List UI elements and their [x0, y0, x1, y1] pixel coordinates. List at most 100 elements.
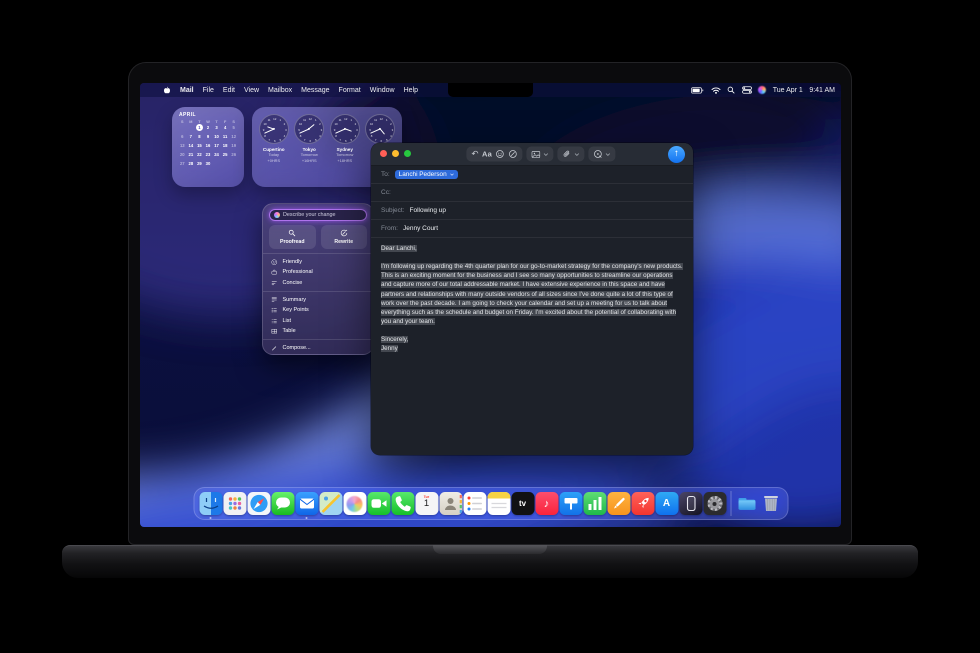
format-list[interactable]: List — [263, 315, 373, 326]
dock-safari-icon[interactable] — [247, 492, 270, 515]
format-table-label: Table — [282, 328, 296, 335]
control-center-icon[interactable] — [741, 86, 752, 94]
wifi-icon[interactable] — [711, 86, 721, 94]
format-list-label: List — [282, 317, 292, 324]
proofread-magnifier-icon — [289, 230, 296, 237]
tone-concise[interactable]: Concise — [263, 278, 373, 289]
calendar-day: 29 — [197, 160, 202, 166]
menu-item-help[interactable]: Help — [404, 87, 418, 94]
dock-apple-tv-icon[interactable]: tv — [511, 492, 534, 515]
menu-item-format[interactable]: Format — [339, 87, 361, 94]
dock-folder-icon[interactable] — [735, 492, 758, 515]
dock-rocket-icon[interactable] — [631, 492, 654, 515]
calendar-month-label: APRIL — [179, 112, 196, 118]
menu-item-window[interactable]: Window — [370, 87, 395, 94]
dock-iphone-mirroring-icon[interactable] — [679, 492, 702, 515]
clock-city-label: Cupertino — [262, 146, 285, 152]
message-body[interactable]: Dear Lanchi, I'm following up regarding … — [371, 238, 693, 359]
format-key-points[interactable]: Key Points — [263, 305, 373, 316]
menu-item-message[interactable]: Message — [301, 87, 329, 94]
dock-numbers-icon[interactable] — [583, 492, 606, 515]
insert-photo-menu[interactable] — [526, 146, 554, 162]
format-table[interactable]: Table — [263, 326, 373, 337]
describe-change-input[interactable]: Describe your change — [269, 209, 367, 221]
compose-item[interactable]: Compose... — [263, 343, 373, 354]
menu-item-mail[interactable]: Mail — [180, 87, 194, 94]
compose-tools-group: ↶ Aa — [466, 146, 523, 162]
calendar-day: 22 — [197, 151, 202, 157]
dock-maps-icon[interactable] — [319, 492, 342, 515]
calendar-widget[interactable]: APRIL SMTWTFS 1 2 3 4 5 6 7 8 9 10 11 12 13 14 15 16 17 1… — [172, 107, 244, 187]
app-store-a-icon: A — [662, 498, 671, 509]
dock-messages-icon[interactable] — [271, 492, 294, 515]
dock-app-store-icon[interactable]: A — [655, 492, 678, 515]
dock-calendar-icon[interactable]: Tue 1 — [415, 492, 438, 515]
tone-professional-label: Professional — [282, 269, 313, 276]
calendar-day: 6 — [181, 133, 184, 139]
subject-field[interactable]: Subject: Following up — [371, 202, 693, 220]
dock-pages-icon[interactable] — [607, 492, 630, 515]
proofread-button[interactable]: Proofread — [269, 225, 316, 249]
format-summary[interactable]: Summary — [263, 294, 373, 305]
world-clock-tokyo: 1 2 3 4 5 6 7 8 9 10 11 12 Tokyo Tomorrow +16HRS — [292, 114, 328, 180]
calendar-day: 21 — [188, 151, 194, 157]
clock-day-label: Tomorrow — [300, 152, 318, 158]
dock-keynote-icon[interactable] — [559, 492, 582, 515]
recipient-token[interactable]: Lanchi Pederson — [394, 170, 458, 179]
undo-icon[interactable]: ↶ — [471, 150, 478, 159]
writing-tools-icon[interactable] — [508, 150, 517, 159]
dock-mail-icon[interactable] — [295, 492, 318, 515]
dock-trash-icon[interactable] — [759, 492, 782, 515]
minimize-button[interactable] — [392, 150, 399, 157]
text-format-icon[interactable]: Aa — [482, 150, 492, 159]
dock-photos-icon[interactable] — [343, 492, 366, 515]
send-button[interactable]: ↑ — [668, 145, 685, 163]
close-button[interactable] — [380, 150, 387, 157]
menu-item-mailbox[interactable]: Mailbox — [268, 87, 292, 94]
dock-system-settings-icon[interactable] — [703, 492, 726, 515]
closing-text: Sincerely, — [381, 336, 409, 343]
cc-field[interactable]: Cc: — [371, 184, 693, 202]
writing-tools-popup: Describe your change Proofread Rewrite F… — [262, 203, 374, 355]
calendar-day: 2 — [206, 125, 210, 130]
desktop-scene: Mail File Edit View Mailbox Message Format Wind… — [0, 0, 980, 653]
dock-launchpad-icon[interactable] — [223, 492, 246, 515]
calendar-day: 24 — [214, 151, 219, 157]
dock-reminders-icon[interactable] — [463, 492, 486, 515]
window-titlebar[interactable]: ↶ Aa ↑ — [371, 143, 693, 166]
spotlight-search-icon[interactable] — [727, 86, 735, 94]
battery-icon[interactable] — [691, 86, 704, 94]
music-note-icon: ♪ — [543, 497, 550, 510]
zoom-button[interactable] — [404, 150, 411, 157]
attach-file-menu[interactable] — [557, 146, 585, 162]
dock-music-icon[interactable]: ♪ — [535, 492, 558, 515]
tone-friendly[interactable]: Friendly — [263, 257, 373, 268]
dock-contacts-icon[interactable] — [439, 492, 462, 515]
dock-phone-icon[interactable] — [391, 492, 414, 515]
menu-item-view[interactable]: View — [244, 87, 259, 94]
clock-offset-label: +0HRS — [267, 158, 281, 164]
menu-item-edit[interactable]: Edit — [223, 87, 235, 94]
calendar-day: 26 — [231, 151, 237, 157]
menu-item-file[interactable]: File — [203, 87, 214, 94]
signature-text: Jenny — [381, 345, 398, 353]
to-label: To: — [381, 171, 390, 178]
chevron-down-icon — [543, 152, 549, 156]
siri-icon[interactable] — [758, 86, 767, 94]
signature-menu[interactable] — [588, 146, 616, 162]
emoji-icon[interactable] — [496, 150, 505, 159]
rewrite-button[interactable]: Rewrite — [320, 225, 367, 249]
dock-facetime-icon[interactable] — [367, 492, 390, 515]
menu-bar-date[interactable]: Tue Apr 1 — [773, 87, 803, 94]
calendar-day: 20 — [179, 151, 185, 157]
from-field[interactable]: From: Jenny Court — [371, 220, 693, 238]
clock-face: 1 2 3 4 5 6 7 8 9 10 11 12 — [294, 114, 325, 144]
dock-notes-icon[interactable] — [487, 492, 510, 515]
concise-lines-icon — [271, 281, 277, 285]
menu-bar-time[interactable]: 9:41 AM — [809, 87, 835, 94]
dock-finder-icon[interactable] — [199, 492, 222, 515]
tone-professional[interactable]: Professional — [263, 267, 373, 278]
apple-menu-icon[interactable] — [163, 86, 171, 95]
to-field[interactable]: To: Lanchi Pederson — [371, 166, 693, 184]
world-clock-cupertino: 1 2 3 4 5 6 7 8 9 10 11 12 Cupertino Today +0HRS — [256, 114, 292, 180]
